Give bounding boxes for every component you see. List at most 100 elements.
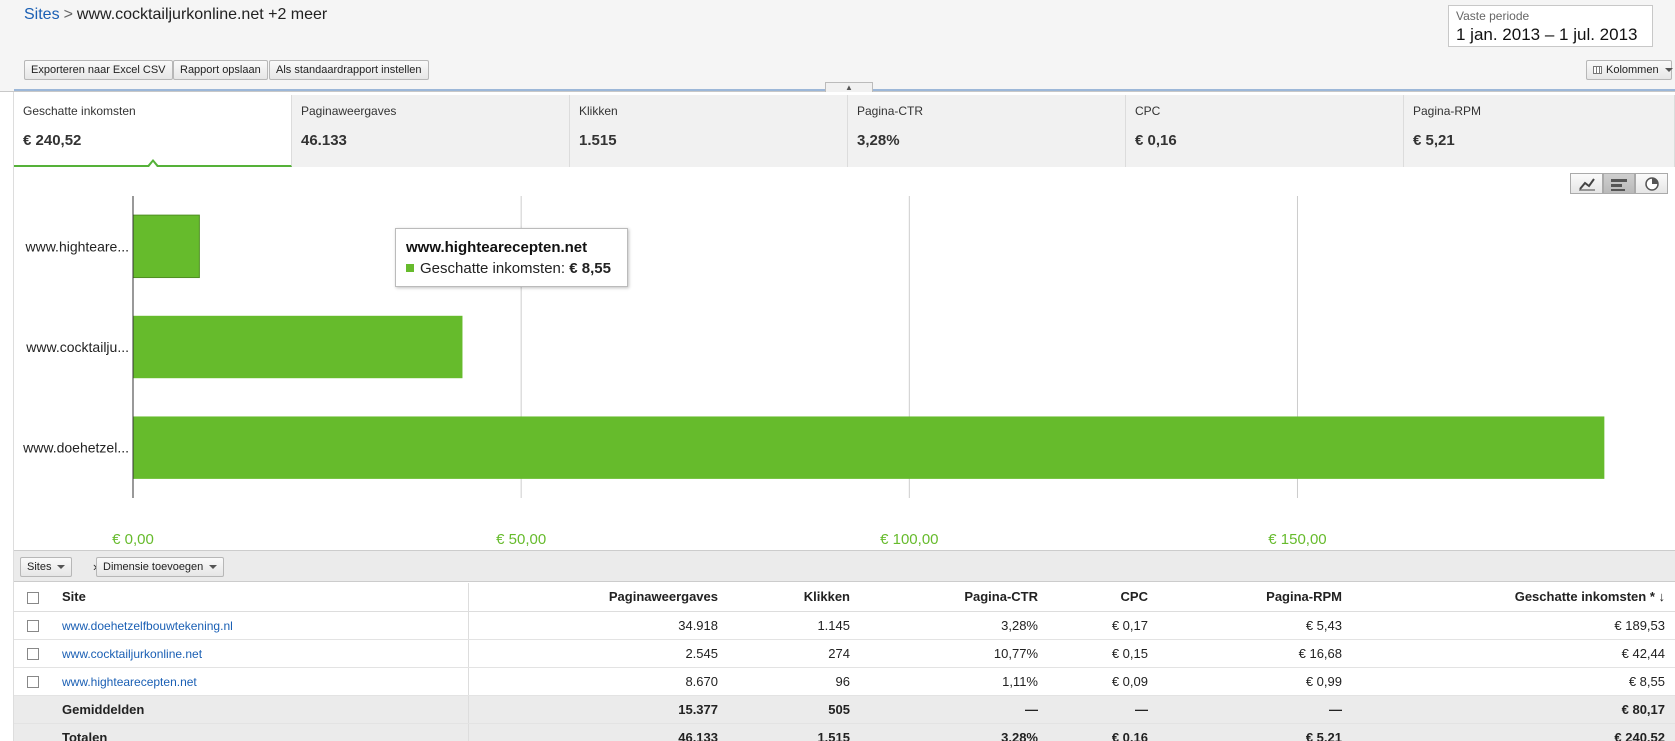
metric-value: 1.515: [579, 132, 617, 149]
site-link[interactable]: www.hightearecepten.net: [62, 675, 197, 689]
selected-caret-inner: [149, 162, 157, 167]
column-header-cpc[interactable]: CPC: [1048, 583, 1158, 612]
clicks-cell: 96: [728, 667, 860, 696]
dimension-bar: Sites » Dimensie toevoegen: [14, 550, 1675, 582]
site-link[interactable]: www.doehetzelfbouwtekening.nl: [62, 619, 233, 633]
x-tick-label: € 50,00: [496, 531, 546, 548]
metric-label: Klikken: [579, 104, 618, 118]
select-all-cell: [14, 583, 52, 612]
metric-value: € 0,16: [1135, 132, 1177, 149]
bar: [132, 214, 200, 279]
cpc-cell: —: [1048, 695, 1158, 724]
rpm-cell: € 16,68: [1158, 639, 1352, 668]
totals-label: Totalen: [52, 723, 469, 741]
pageviews-cell: 8.670: [468, 667, 728, 696]
metric-tab-clicks[interactable]: Klikken 1.515: [570, 95, 848, 167]
breadcrumb-current: www.cocktailjurkonline.net +2 meer: [76, 6, 328, 23]
pageviews-cell: 46.133: [468, 723, 728, 741]
metric-value: € 5,21: [1413, 132, 1455, 149]
columns-button[interactable]: Kolommen: [1586, 60, 1673, 80]
ctr-cell: 10,77%: [860, 639, 1048, 668]
sites-dimension-label: Sites: [27, 561, 52, 573]
rpm-cell: € 0,99: [1158, 667, 1352, 696]
column-header-page-ctr[interactable]: Pagina-CTR: [860, 583, 1048, 612]
row-checkbox[interactable]: [27, 648, 39, 661]
metric-tab-pageviews[interactable]: Paginaweergaves 46.133: [292, 95, 570, 167]
collapse-chart-toggle[interactable]: ▲: [825, 82, 873, 92]
metric-label: Pagina-CTR: [857, 104, 924, 118]
x-tick-label: € 100,00: [880, 531, 938, 548]
date-range-picker[interactable]: Vaste periode 1 jan. 2013 – 1 jul. 2013: [1448, 5, 1653, 47]
earnings-cell: € 8,55: [1352, 667, 1675, 696]
table-header-row: Site Paginaweergaves Klikken Pagina-CTR …: [14, 583, 1675, 612]
clicks-cell: 1.515: [728, 723, 860, 741]
metric-tab-cpc[interactable]: CPC € 0,16: [1126, 95, 1404, 167]
metric-tab-earnings[interactable]: Geschatte inkomsten € 240,52: [14, 95, 292, 167]
pageviews-cell: 15.377: [468, 695, 728, 724]
chevron-up-icon: ▲: [845, 83, 853, 92]
bar: [133, 416, 1605, 479]
select-all-checkbox[interactable]: [27, 591, 39, 604]
chart-area: www.highteare... www.cocktailju... www.doe…: [14, 180, 1675, 550]
metric-tabs: Geschatte inkomsten € 240,52 Paginaweerg…: [14, 95, 1675, 167]
metric-tab-page-ctr[interactable]: Pagina-CTR 3,28%: [848, 95, 1126, 167]
breadcrumb-sites-link[interactable]: Sites: [24, 6, 60, 23]
pageviews-cell: 34.918: [468, 611, 728, 640]
table-row: www.doehetzelfbouwtekening.nl 34.918 1.1…: [14, 611, 1675, 640]
add-dimension-dropdown[interactable]: Dimensie toevoegen: [96, 557, 225, 577]
rpm-cell: € 5,21: [1158, 723, 1352, 741]
site-cell: www.cocktailjurkonline.net: [52, 639, 469, 668]
metric-tab-page-rpm[interactable]: Pagina-RPM € 5,21: [1404, 95, 1675, 167]
columns-label: Kolommen: [1606, 64, 1659, 76]
column-header-clicks[interactable]: Klikken: [728, 583, 860, 612]
columns-icon: [1593, 66, 1602, 74]
save-report-button[interactable]: Rapport opslaan: [173, 60, 268, 80]
report-header: Sites > www.cocktailjurkonline.net +2 meer…: [0, 0, 1675, 92]
sites-table: Site Paginaweergaves Klikken Pagina-CTR …: [14, 583, 1675, 741]
averages-row: Gemiddelden 15.377 505 — — — € 80,17: [14, 695, 1675, 724]
cpc-cell: € 0,09: [1048, 667, 1158, 696]
bar: [133, 315, 463, 379]
export-csv-button[interactable]: Exporteren naar Excel CSV: [24, 60, 173, 80]
earnings-cell: € 42,44: [1352, 639, 1675, 668]
table-row: www.hightearecepten.net 8.670 96 1,11% €…: [14, 667, 1675, 696]
earnings-cell: € 240,52: [1352, 723, 1675, 741]
breadcrumb: Sites > www.cocktailjurkonline.net +2 meer: [24, 6, 327, 24]
column-header-earnings[interactable]: Geschatte inkomsten * ↓: [1352, 583, 1675, 612]
metric-label: Pagina-RPM: [1413, 104, 1482, 118]
date-range-label: Vaste periode: [1456, 9, 1530, 23]
earnings-cell: € 80,17: [1352, 695, 1675, 724]
metric-value: 46.133: [301, 132, 347, 149]
earnings-cell: € 189,53: [1352, 611, 1675, 640]
clicks-cell: 505: [728, 695, 860, 724]
ctr-cell: 3,28%: [860, 723, 1048, 741]
metric-label: Paginaweergaves: [301, 104, 397, 118]
column-header-pageviews[interactable]: Paginaweergaves: [468, 583, 728, 612]
row-checkbox-cell: [14, 611, 52, 640]
tooltip-metric-row: Geschatte inkomsten: € 8,55: [406, 260, 611, 277]
category-label: www.doehetzel...: [22, 440, 129, 456]
tooltip-metric-label: Geschatte inkomsten:: [420, 260, 566, 277]
sites-dimension-dropdown[interactable]: Sites: [20, 557, 73, 577]
site-cell: www.hightearecepten.net: [52, 667, 469, 696]
x-tick-label: € 150,00: [1268, 531, 1326, 548]
tooltip-metric-value: € 8,55: [569, 260, 611, 277]
metric-label: CPC: [1135, 104, 1161, 118]
column-header-page-rpm[interactable]: Pagina-RPM: [1158, 583, 1352, 612]
empty-cell: [14, 695, 52, 724]
metric-value: 3,28%: [857, 132, 900, 149]
rpm-cell: —: [1158, 695, 1352, 724]
pageviews-cell: 2.545: [468, 639, 728, 668]
ctr-cell: 3,28%: [860, 611, 1048, 640]
set-default-report-button[interactable]: Als standaardrapport instellen: [269, 60, 429, 80]
row-checkbox[interactable]: [27, 620, 39, 633]
site-cell: www.doehetzelfbouwtekening.nl: [52, 611, 469, 640]
totals-row: Totalen 46.133 1.515 3,28% € 0,16 € 5,21…: [14, 723, 1675, 741]
row-checkbox-cell: [14, 667, 52, 696]
chart-tooltip: www.hightearecepten.net Geschatte inkoms…: [395, 228, 628, 287]
column-header-site[interactable]: Site: [52, 583, 469, 612]
metric-value: € 240,52: [23, 132, 82, 149]
row-checkbox[interactable]: [27, 676, 39, 689]
row-checkbox-cell: [14, 639, 52, 668]
site-link[interactable]: www.cocktailjurkonline.net: [62, 647, 202, 661]
